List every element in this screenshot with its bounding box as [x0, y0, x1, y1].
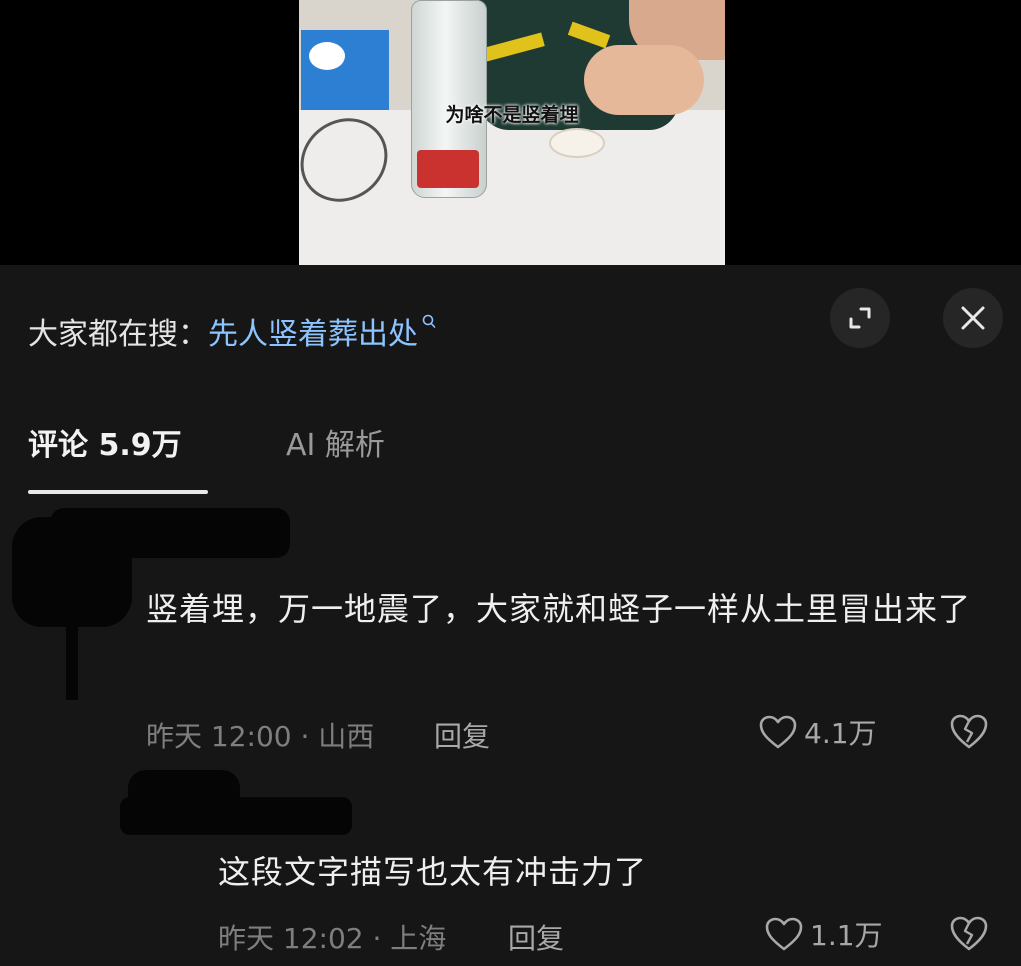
- video-thumbnail[interactable]: 为啥不是竖着埋: [299, 0, 725, 265]
- dislike-button[interactable]: [948, 712, 990, 754]
- bottle-label: [417, 150, 479, 188]
- expand-button[interactable]: [830, 288, 890, 348]
- comment-panel: 大家都在搜： 先人竖着葬出处 评论 5.9万 AI 解析 竖着埋，万一地震了，大…: [0, 265, 1021, 966]
- heart-icon: [765, 917, 803, 951]
- screen: 为啥不是竖着埋 大家都在搜： 先人竖着葬出处 评论 5.9万 AI 解析 竖着埋…: [0, 0, 1021, 966]
- active-tab-indicator: [28, 490, 208, 494]
- expand-icon: [849, 307, 871, 329]
- close-button[interactable]: [943, 288, 1003, 348]
- search-term-link[interactable]: 先人竖着葬出处: [208, 309, 418, 353]
- search-suggestion[interactable]: 大家都在搜： 先人竖着葬出处: [28, 303, 436, 359]
- reply-button[interactable]: 回复: [508, 917, 564, 957]
- redacted-username: [50, 508, 290, 558]
- blue-box: [301, 30, 389, 110]
- search-prefix: 大家都在搜：: [28, 317, 208, 352]
- search-icon: [422, 314, 436, 335]
- broken-heart-icon: [950, 916, 988, 951]
- box-logo: [309, 42, 345, 70]
- broken-heart-icon: [950, 714, 988, 749]
- comment-text: 这段文字描写也太有冲击力了: [218, 853, 648, 891]
- heart-icon: [759, 715, 797, 749]
- tab-ai-analysis[interactable]: AI 解析: [286, 420, 385, 464]
- close-icon: [961, 306, 985, 330]
- small-cup: [549, 128, 605, 158]
- video-caption: 为啥不是竖着埋: [445, 104, 579, 126]
- comment-text: 竖着埋，万一地震了，大家就和蛏子一样从土里冒出来了: [146, 590, 972, 628]
- comment-meta: 昨天 12:02 · 上海: [218, 922, 447, 955]
- like-button[interactable]: 1.1万: [764, 914, 883, 954]
- like-button[interactable]: 4.1万: [758, 712, 877, 752]
- redacted-username: [120, 797, 352, 835]
- redacted-avatar-tail: [66, 605, 78, 700]
- reply-button[interactable]: 回复: [434, 715, 490, 755]
- comment-meta: 昨天 12:00 · 山西: [146, 720, 375, 753]
- like-count: 1.1万: [810, 919, 883, 952]
- dislike-button[interactable]: [948, 914, 990, 956]
- tab-comments[interactable]: 评论 5.9万: [28, 420, 182, 464]
- like-count: 4.1万: [804, 717, 877, 750]
